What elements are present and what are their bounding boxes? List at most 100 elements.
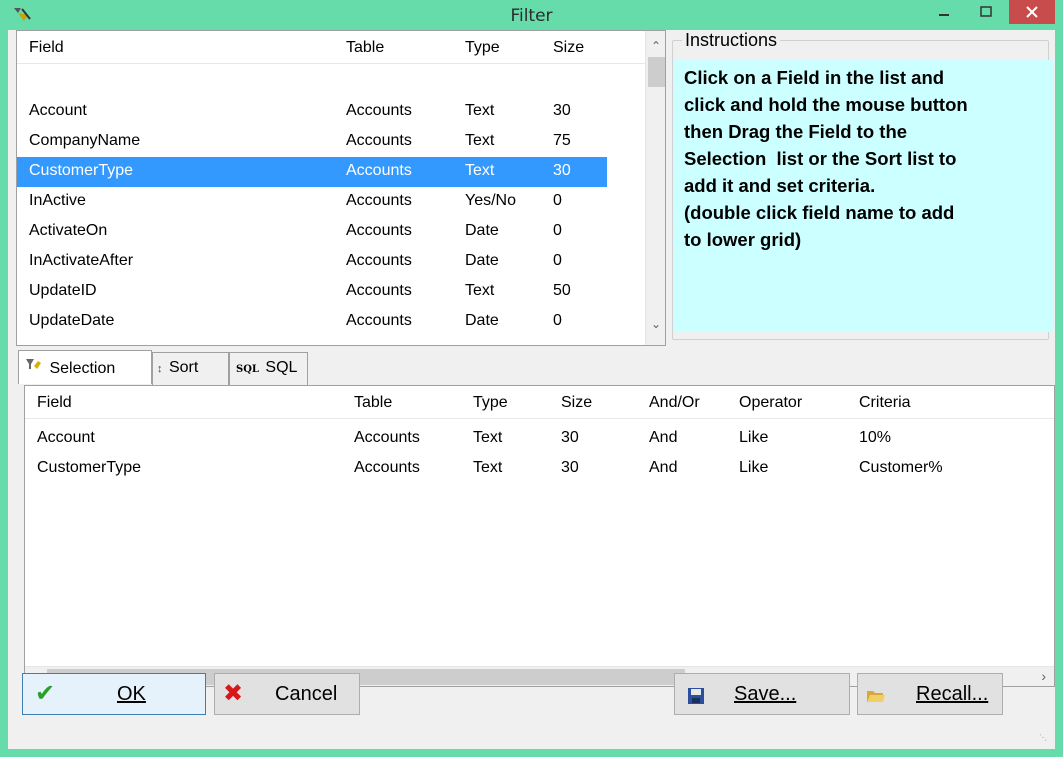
open-folder-icon: [866, 684, 886, 712]
column-header-type[interactable]: Type: [473, 394, 508, 412]
column-header-size[interactable]: Size: [553, 39, 584, 57]
tab-selection-label: Selection: [49, 360, 116, 377]
close-icon: [1026, 6, 1038, 18]
field-type: Yes/No: [465, 192, 516, 209]
field-table: Accounts: [346, 102, 412, 119]
instructions-line: to lower grid): [684, 229, 802, 250]
selection-row[interactable]: Account Accounts Text 30 And Like 10%: [25, 424, 1035, 454]
selection-grid[interactable]: Field Table Type Size And/Or Operator Cr…: [24, 385, 1055, 687]
sort-az-icon: ↕: [157, 363, 163, 375]
field-row-inactivateafter[interactable]: InActivateAfter Accounts Date 0: [17, 247, 607, 277]
column-header-criteria[interactable]: Criteria: [859, 394, 911, 412]
floppy-disk-icon: [687, 684, 705, 712]
selection-grid-header: Field Table Type Size And/Or Operator Cr…: [25, 386, 1054, 419]
field-size: 75: [553, 132, 571, 149]
criteria-field: Account: [37, 429, 95, 446]
instructions-line: Selection list or the Sort list to: [684, 148, 957, 169]
save-button-label: Save...: [734, 683, 797, 705]
scroll-thumb[interactable]: [648, 57, 665, 87]
sql-icon: SQL: [236, 364, 259, 375]
field-list[interactable]: Field Table Type Size Account Accounts T…: [16, 30, 666, 346]
criteria-operator[interactable]: Like: [739, 429, 768, 447]
field-name: CustomerType: [29, 162, 134, 179]
field-size: 30: [553, 102, 571, 119]
minimize-button[interactable]: [922, 0, 966, 30]
field-type: Text: [465, 132, 495, 149]
scroll-down-icon[interactable]: ⌄: [646, 317, 666, 331]
ok-button-label: OK: [117, 683, 146, 705]
cancel-button-label: Cancel: [275, 683, 338, 705]
field-list-vertical-scrollbar[interactable]: ⌃ ⌄: [645, 31, 665, 345]
field-row-companyname[interactable]: CompanyName Accounts Text 75: [17, 127, 607, 157]
column-header-size[interactable]: Size: [561, 394, 592, 412]
selection-row[interactable]: CustomerType Accounts Text 30 And Like C…: [25, 454, 1035, 484]
field-table: Accounts: [346, 252, 412, 269]
instructions-text: Click on a Field in the list and click a…: [674, 60, 1054, 332]
criteria-value[interactable]: 10%: [859, 429, 891, 447]
field-row-updateid[interactable]: UpdateID Accounts Text 50: [17, 277, 607, 307]
field-size: 30: [553, 162, 571, 179]
criteria-value[interactable]: Customer%: [859, 459, 943, 477]
field-row-account[interactable]: Account Accounts Text 30: [17, 97, 607, 127]
criteria-and-or[interactable]: And: [649, 459, 677, 477]
column-header-operator[interactable]: Operator: [739, 394, 802, 412]
field-type: Date: [465, 312, 499, 329]
instructions-line: add it and set criteria.: [684, 175, 876, 196]
field-size: 0: [553, 252, 562, 269]
tab-sql-label: SQL: [265, 359, 298, 376]
scroll-right-icon[interactable]: ›: [1041, 668, 1046, 684]
criteria-table: Accounts: [354, 459, 420, 476]
tab-sql[interactable]: SQL SQL: [229, 352, 308, 385]
cancel-x-icon: ✖: [223, 680, 244, 707]
field-type: Date: [465, 222, 499, 239]
cancel-button[interactable]: ✖ Cancel: [214, 673, 360, 715]
criteria-type: Text: [473, 459, 503, 476]
column-header-field[interactable]: Field: [37, 394, 72, 412]
field-row-customertype-selected[interactable]: CustomerType Accounts Text 30: [17, 157, 607, 187]
close-button[interactable]: [1009, 0, 1055, 24]
recall-button[interactable]: Recall...: [857, 673, 1003, 715]
scroll-up-icon[interactable]: ⌃: [646, 39, 666, 53]
field-name: Account: [29, 102, 87, 119]
field-table: Accounts: [346, 192, 412, 209]
criteria-type: Text: [473, 429, 503, 446]
instructions-line: Click on a Field in the list and: [684, 67, 945, 88]
field-row-inactive[interactable]: InActive Accounts Yes/No 0: [17, 187, 607, 217]
field-name: UpdateDate: [29, 312, 115, 329]
instructions-line: (double click field name to add: [684, 202, 955, 223]
field-table: Accounts: [346, 132, 412, 149]
save-button[interactable]: Save...: [674, 673, 850, 715]
dialog-client-area: Field Table Type Size Account Accounts T…: [8, 30, 1055, 749]
ok-button[interactable]: ✔ OK: [22, 673, 206, 715]
recall-button-label: Recall...: [916, 683, 989, 705]
title-bar[interactable]: Filter: [0, 0, 1063, 30]
field-row-updatedate[interactable]: UpdateDate Accounts Date 0: [17, 307, 607, 337]
field-type: Date: [465, 252, 499, 269]
column-header-table[interactable]: Table: [354, 394, 392, 412]
filter-window: Filter Field Table Type Size Account Acc…: [0, 0, 1063, 757]
resize-grip-icon[interactable]: ⋱: [1039, 733, 1051, 745]
window-title: Filter: [510, 6, 553, 26]
criteria-operator[interactable]: Like: [739, 459, 768, 477]
field-type: Text: [465, 162, 495, 179]
field-row-activateon[interactable]: ActivateOn Accounts Date 0: [17, 217, 607, 247]
column-header-field[interactable]: Field: [29, 39, 64, 57]
column-header-and-or[interactable]: And/Or: [649, 394, 700, 412]
instructions-label: Instructions: [682, 30, 781, 51]
tab-sort-label: Sort: [168, 359, 199, 376]
field-type: Text: [465, 282, 495, 299]
maximize-button[interactable]: [964, 0, 1008, 30]
tab-sort[interactable]: ↕ Sort: [152, 352, 229, 385]
criteria-size: 30: [561, 459, 579, 476]
field-size: 0: [553, 222, 562, 239]
tab-selection[interactable]: Selection: [18, 350, 152, 384]
criteria-field: CustomerType: [37, 459, 142, 476]
criteria-table: Accounts: [354, 429, 420, 446]
column-header-table[interactable]: Table: [346, 39, 384, 57]
instructions-line: click and hold the mouse button: [684, 94, 968, 115]
field-list-header: Field Table Type Size: [17, 31, 665, 64]
field-table: Accounts: [346, 282, 412, 299]
criteria-and-or[interactable]: And: [649, 429, 677, 447]
field-type: Text: [465, 102, 495, 119]
column-header-type[interactable]: Type: [465, 39, 500, 57]
